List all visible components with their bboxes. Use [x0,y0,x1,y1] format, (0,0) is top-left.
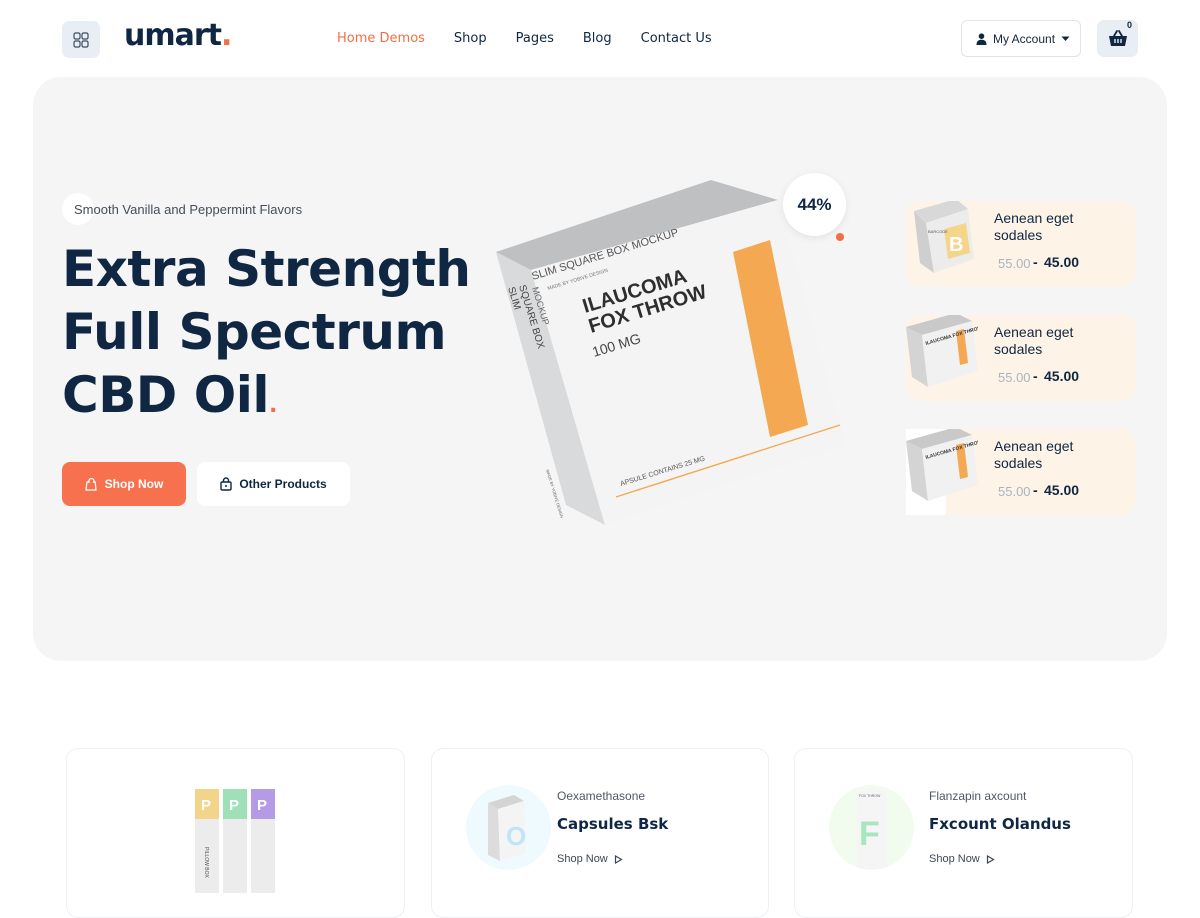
lock-bag-icon [220,477,233,491]
side-product-new-price-3: 45.00 [1044,482,1080,498]
decorative-dot [836,233,844,241]
category-shop-link-3[interactable]: Shop Now [929,853,995,865]
nav-contact-us[interactable]: Contact Us [641,31,712,47]
grid-icon [73,31,89,48]
nav-blog[interactable]: Blog [583,31,612,47]
category-thumb-capsules: O [466,785,551,870]
other-products-label: Other Products [239,477,327,491]
category-thumb-pillow-boxes: P P P PILLOW BOX [195,789,275,893]
headline-line-1: Extra Strength [62,240,471,298]
category-thumb-fxcount: F FOX THROW [829,785,914,870]
side-product-old-price-1: 55.00 [998,256,1031,271]
caret-down-icon [1061,36,1070,41]
fxcount-thumb-label: FOX THROW [859,794,881,798]
main-nav: Home Demos Shop Pages Blog Contact Us [337,31,741,47]
thumb-letter-1: B [949,234,963,256]
category-shop-link-2[interactable]: Shop Now [557,853,623,865]
side-product-thumb-1: B BARCODE [914,201,974,273]
thumb-label-1: BARCODE [928,229,948,234]
side-product-card-1[interactable]: B BARCODE Aenean eget sodales 55.00 - 45… [906,201,1136,287]
capsules-thumb-letter: O [506,821,526,851]
nav-home-demos[interactable]: Home Demos [337,31,425,47]
discount-badge: 44% [783,173,846,236]
logo[interactable]: umart. [124,18,232,53]
shop-now-label: Shop Now [104,477,164,491]
account-label: My Account [993,31,1056,46]
category-title-3[interactable]: Fxcount Olandus [929,815,1071,833]
side-product-name-3[interactable]: Aenean eget sodales [994,438,1114,472]
side-product-thumb-2: ILAUCOMA FOX THROW [906,315,978,387]
shop-now-button[interactable]: Shop Now [62,462,186,506]
side-product-new-price-1: 45.00 [1044,254,1080,270]
category-card-3[interactable]: F FOX THROW Flanzapin axcount Fxcount Ol… [794,748,1133,918]
shopping-bag-icon [84,477,97,491]
pillow-label: PILLOW BOX [203,847,209,879]
category-title-2[interactable]: Capsules Bsk [557,815,668,833]
fxcount-thumb-letter: F [859,815,880,853]
category-shop-label-2: Shop Now [557,853,608,865]
headline-dot: . [269,393,277,418]
category-subtitle-3: Flanzapin axcount [929,789,1027,803]
price-separator-3: - [1033,482,1038,498]
nav-shop[interactable]: Shop [454,31,487,47]
grid-menu-button[interactable] [62,21,100,58]
my-account-button[interactable]: My Account [961,20,1081,57]
pillow-letter-3: P [257,797,267,814]
site-header: umart. Home Demos Shop Pages Blog Contac… [0,0,1200,78]
play-arrow-icon [614,854,623,864]
play-arrow-icon [986,854,995,864]
other-products-button[interactable]: Other Products [197,462,350,506]
cart-count-badge: 0 [1127,20,1133,30]
side-product-old-price-3: 55.00 [998,484,1031,499]
side-product-thumb-3: ILAUCOMA FOX THROW [906,429,978,515]
user-icon [976,32,987,45]
hero-tagline-pill: Smooth Vanilla and Peppermint Flavors [62,193,302,225]
category-card-2[interactable]: O Oexamethasone Capsules Bsk Shop Now [431,748,769,918]
category-card-1[interactable]: P P P PILLOW BOX [66,748,405,918]
headline-line-2: Full Spectrum [62,303,447,361]
category-subtitle-2: Oexamethasone [557,789,646,803]
side-product-card-3[interactable]: ILAUCOMA FOX THROW Aenean eget sodales 5… [906,429,1136,515]
price-separator-1: - [1033,254,1038,270]
category-shop-label-3: Shop Now [929,853,980,865]
side-product-old-price-2: 55.00 [998,370,1031,385]
side-product-name-1[interactable]: Aenean eget sodales [994,210,1114,244]
price-separator-2: - [1033,368,1038,384]
hero-tagline: Smooth Vanilla and Peppermint Flavors [74,201,303,217]
logo-dot: . [221,18,232,53]
hero-headline: Extra Strength Full Spectrum CBD Oil. [62,238,471,437]
basket-icon [1108,30,1127,46]
side-product-name-2[interactable]: Aenean eget sodales [994,324,1114,358]
pillow-letter-2: P [229,797,239,814]
side-product-new-price-2: 45.00 [1044,368,1080,384]
nav-pages[interactable]: Pages [516,31,554,47]
side-product-card-2[interactable]: ILAUCOMA FOX THROW Aenean eget sodales 5… [906,315,1136,401]
pillow-letter-1: P [201,797,211,814]
logo-text: umart [124,18,222,53]
headline-line-3: CBD Oil [62,366,270,424]
